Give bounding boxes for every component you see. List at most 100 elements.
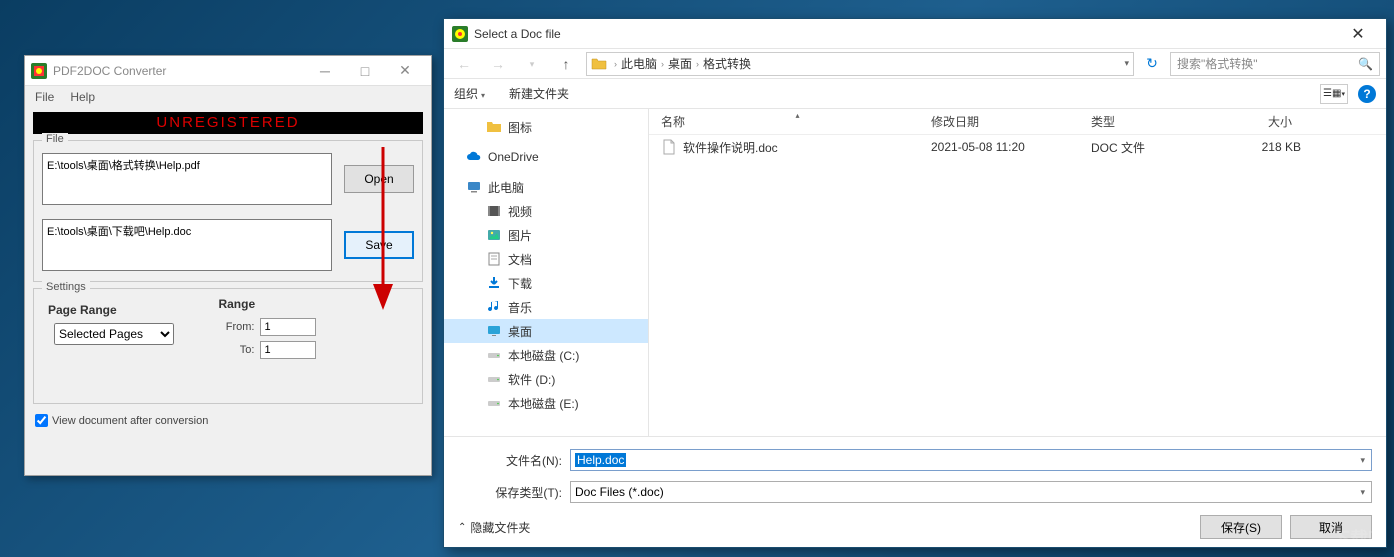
to-input[interactable] (260, 341, 316, 359)
picture-icon (486, 227, 502, 243)
nav-item-音乐[interactable]: 音乐 (444, 295, 648, 319)
dialog-footer: 文件名(N): Help.doc ▾ 保存类型(T): Doc Files (*… (444, 436, 1386, 547)
search-input[interactable]: 搜索"格式转换" 🔍 (1170, 52, 1380, 76)
pc-icon (466, 179, 482, 195)
view-after-checkbox-row: View document after conversion (35, 414, 431, 427)
view-selector: ☰▦▾ (1320, 84, 1348, 104)
download-icon (486, 275, 502, 291)
dialog-title: Select a Doc file (474, 27, 1338, 41)
col-size[interactable]: 大小 (1221, 113, 1301, 130)
doc-icon (486, 251, 502, 267)
savetype-label: 保存类型(T): (458, 484, 570, 501)
folder-icon (486, 119, 502, 135)
range-section: Range From: To: (218, 295, 316, 363)
view-after-label: View document after conversion (52, 415, 208, 427)
dialog-navbar: ← → ▾ ↑ › 此电脑› 桌面› 格式转换 ▾ ↻ 搜索"格式转换" 🔍 (444, 49, 1386, 79)
music-icon (486, 299, 502, 315)
col-type[interactable]: 类型 (1091, 113, 1221, 130)
range-title: Range (218, 297, 316, 311)
settings-group: Settings Page Range Selected Pages Range… (33, 288, 423, 404)
to-label: To: (218, 344, 254, 356)
nav-forward-button[interactable]: → (484, 52, 512, 76)
nav-item-视频[interactable]: 视频 (444, 199, 648, 223)
desktop-icon (486, 323, 502, 339)
breadcrumb-bar[interactable]: › 此电脑› 桌面› 格式转换 ▾ (586, 52, 1134, 76)
page-range-title: Page Range (48, 303, 174, 317)
open-path-display[interactable]: E:\tools\桌面\格式转换\Help.pdf (42, 153, 332, 205)
savetype-select[interactable]: Doc Files (*.doc) ▾ (570, 481, 1372, 503)
search-icon: 🔍 (1358, 57, 1373, 71)
filename-value: Help.doc (575, 453, 626, 467)
col-date[interactable]: 修改日期 (931, 113, 1091, 130)
new-folder-button[interactable]: 新建文件夹 (509, 85, 572, 102)
video-icon (486, 203, 502, 219)
menu-file[interactable]: File (35, 90, 54, 104)
savetype-value: Doc Files (*.doc) (575, 485, 664, 499)
page-range-select[interactable]: Selected Pages (54, 323, 174, 345)
from-input[interactable] (260, 318, 316, 336)
nav-item-图标[interactable]: 图标 (444, 115, 648, 139)
save-path-display[interactable]: E:\tools\桌面\下载吧\Help.doc (42, 219, 332, 271)
dialog-cancel-button[interactable]: 取消 (1290, 515, 1372, 539)
file-row[interactable]: 软件操作说明.doc2021-05-08 11:20DOC 文件218 KB (649, 135, 1386, 159)
file-group-title: File (42, 133, 68, 145)
help-icon[interactable]: ? (1358, 85, 1376, 103)
crumb-desktop[interactable]: 桌面 (668, 55, 692, 72)
filename-label: 文件名(N): (458, 452, 570, 469)
unregistered-banner: UNREGISTERED (33, 112, 423, 134)
navigation-pane: 图标 OneDrive 此电脑视频图片文档下载音乐桌面本地磁盘 (C:)软件 (D:… (444, 109, 649, 436)
nav-item-此电脑[interactable]: 此电脑 (444, 175, 648, 199)
maximize-button[interactable]: □ (345, 63, 385, 79)
crumb-folder[interactable]: 格式转换 (703, 55, 751, 72)
nav-recent-button[interactable]: ▾ (518, 52, 546, 76)
app-title: PDF2DOC Converter (53, 64, 305, 78)
save-button[interactable]: Save (344, 231, 414, 259)
nav-up-button[interactable]: ↑ (552, 52, 580, 76)
drive-icon (486, 347, 502, 363)
view-mode-button[interactable]: ☰▦▾ (1320, 84, 1348, 104)
refresh-button[interactable]: ↻ (1140, 55, 1164, 72)
close-button[interactable]: ✕ (385, 62, 425, 79)
filename-input[interactable]: Help.doc ▾ (570, 449, 1372, 471)
view-after-checkbox[interactable] (35, 414, 48, 427)
open-button[interactable]: Open (344, 165, 414, 193)
file-group: File E:\tools\桌面\格式转换\Help.pdf Open E:\t… (33, 140, 423, 282)
crumb-thispc[interactable]: 此电脑 (621, 55, 657, 72)
dialog-save-button[interactable]: 保存(S) (1200, 515, 1282, 539)
chevron-down-icon[interactable]: ▾ (1360, 455, 1365, 466)
col-name[interactable]: 名称▴ (661, 113, 931, 130)
nav-item-图片[interactable]: 图片 (444, 223, 648, 247)
chevron-down-icon[interactable]: ▾ (1360, 487, 1365, 498)
sort-asc-icon: ▴ (796, 111, 800, 120)
minimize-button[interactable]: ─ (305, 63, 345, 79)
search-placeholder: 搜索"格式转换" (1177, 55, 1258, 72)
app-icon (31, 63, 47, 79)
dialog-icon (452, 26, 468, 42)
nav-item-本地磁盘 (C:)[interactable]: 本地磁盘 (C:) (444, 343, 648, 367)
cloud-icon (466, 149, 482, 165)
from-label: From: (218, 321, 254, 333)
dialog-titlebar[interactable]: Select a Doc file ✕ (444, 19, 1386, 49)
nav-back-button[interactable]: ← (450, 52, 478, 76)
nav-item-文档[interactable]: 文档 (444, 247, 648, 271)
hide-folders-toggle[interactable]: ⌃隐藏文件夹 (458, 519, 530, 536)
file-icon (661, 139, 677, 155)
file-list-pane: 名称▴ 修改日期 类型 大小 软件操作说明.doc2021-05-08 11:2… (649, 109, 1386, 436)
nav-item-OneDrive[interactable]: OneDrive (444, 145, 648, 169)
app-menubar: File Help (25, 86, 431, 108)
drive-icon (486, 371, 502, 387)
file-list-header: 名称▴ 修改日期 类型 大小 (649, 109, 1386, 135)
nav-item-下载[interactable]: 下载 (444, 271, 648, 295)
nav-item-软件 (D:)[interactable]: 软件 (D:) (444, 367, 648, 391)
nav-item-本地磁盘 (E:)[interactable]: 本地磁盘 (E:) (444, 391, 648, 415)
nav-item-桌面[interactable]: 桌面 (444, 319, 648, 343)
page-range-section: Page Range Selected Pages (42, 301, 174, 345)
app-titlebar[interactable]: PDF2DOC Converter ─ □ ✕ (25, 56, 431, 86)
breadcrumb-dropdown-icon[interactable]: ▾ (1124, 58, 1129, 69)
organize-button[interactable]: 组织 (454, 85, 485, 102)
drive-icon (486, 395, 502, 411)
dialog-close-button[interactable]: ✕ (1338, 24, 1378, 44)
folder-icon (591, 56, 607, 72)
settings-group-title: Settings (42, 281, 90, 293)
menu-help[interactable]: Help (70, 90, 95, 104)
